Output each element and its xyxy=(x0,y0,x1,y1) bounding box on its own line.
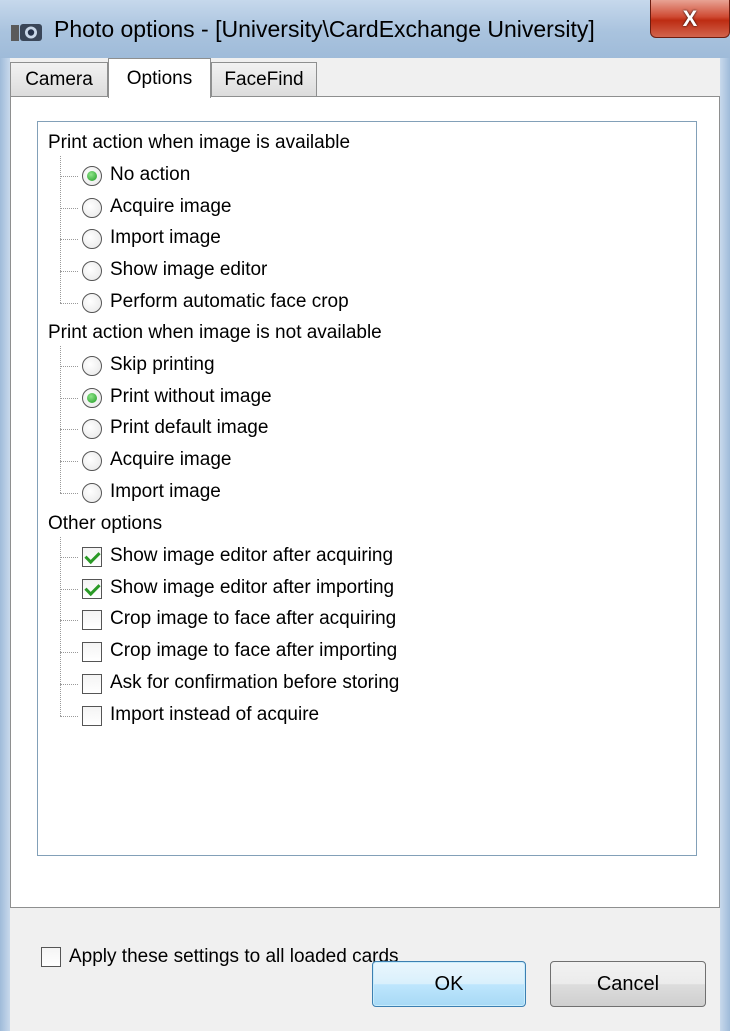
close-icon: X xyxy=(682,5,698,31)
radio-button[interactable] xyxy=(82,451,102,472)
option-label: Perform automatic face crop xyxy=(110,290,349,312)
apply-all-checkbox[interactable] xyxy=(41,947,61,967)
tree-connector xyxy=(60,207,78,210)
options-tab-panel: Print action when image is available Pri… xyxy=(10,96,720,967)
photo-options-dialog: Photo options - [University\CardExchange… xyxy=(0,0,730,1031)
radio-option[interactable]: Acquire image xyxy=(38,446,678,476)
tree-connector xyxy=(60,366,78,368)
tab-camera[interactable]: Camera xyxy=(10,62,108,96)
checkbox-option[interactable]: Crop image to face after acquiring xyxy=(38,605,678,635)
option-label: No action xyxy=(110,164,191,185)
radio-option[interactable]: Print default image xyxy=(38,414,678,444)
group-label-text: Other options xyxy=(48,513,163,534)
group-label-available: Print action when image is available xyxy=(48,128,350,158)
checkbox-option[interactable]: Show image editor after importing xyxy=(38,574,678,604)
radio-option[interactable]: Show image editor xyxy=(38,256,678,286)
option-label: Acquire image xyxy=(110,449,232,471)
ok-label: OK xyxy=(434,972,464,995)
checkbox[interactable] xyxy=(82,705,102,726)
tree-connector xyxy=(60,397,78,400)
radio-option[interactable]: Import image xyxy=(38,224,678,254)
radio-option[interactable]: Skip printing xyxy=(38,351,678,381)
radio-option[interactable]: Print without image xyxy=(38,383,678,413)
radio-button[interactable] xyxy=(82,197,102,218)
checkbox[interactable] xyxy=(82,578,102,599)
checkbox[interactable] xyxy=(82,610,102,631)
option-label: Print default image xyxy=(110,417,269,439)
option-label: Show image editor after acquiring xyxy=(110,545,394,566)
checkbox-option[interactable]: Crop image to face after importing xyxy=(38,637,678,667)
tree-connector xyxy=(60,302,78,305)
option-label: Import instead of acquire xyxy=(110,703,320,725)
radio-button[interactable] xyxy=(82,387,102,408)
radio-button[interactable] xyxy=(82,261,102,282)
option-label: Import image xyxy=(110,227,221,249)
window-border-right xyxy=(720,58,730,1031)
tree-connector xyxy=(60,620,78,622)
tree-connector xyxy=(60,239,78,241)
option-label: Crop image to face after acquiring xyxy=(110,608,397,630)
checkbox-option[interactable]: Ask for confirmation before storing xyxy=(38,669,678,699)
tab-label: Options xyxy=(126,67,193,89)
radio-option[interactable]: Perform automatic face crop xyxy=(38,288,678,318)
group-label-text: Print action when image is not available xyxy=(48,322,382,343)
group-label-text: Print action when image is available xyxy=(48,132,351,153)
radio-button[interactable] xyxy=(82,356,102,376)
checkbox-option[interactable]: Import instead of acquire xyxy=(38,701,678,731)
tree-connector xyxy=(60,271,78,273)
tree-connector xyxy=(60,176,78,178)
option-label: Ask for confirmation before storing xyxy=(110,671,400,693)
close-button[interactable]: X xyxy=(650,0,730,38)
title-bar[interactable]: Photo options - [University\CardExchange… xyxy=(0,0,730,59)
tree-connector xyxy=(60,461,78,463)
dialog-body: Camera Options FaceFind Print action whe… xyxy=(10,58,720,1031)
option-label: Import image xyxy=(110,480,221,502)
tree-connector xyxy=(60,429,78,431)
option-label: Show image editor after importing xyxy=(110,576,395,598)
tree-connector xyxy=(60,588,78,591)
radio-button[interactable] xyxy=(82,419,102,440)
tree-connector xyxy=(60,557,78,559)
option-label: Skip printing xyxy=(110,354,215,375)
option-label: Crop image to face after importing xyxy=(110,640,398,662)
window-border-left xyxy=(0,58,10,1031)
window-title: Photo options - [University\CardExchange… xyxy=(54,16,595,42)
apply-all-label: Apply these settings to all loaded cards xyxy=(69,946,399,967)
tab-facefind[interactable]: FaceFind xyxy=(211,62,317,96)
checkbox[interactable] xyxy=(82,547,102,567)
camera-icon xyxy=(11,24,42,41)
tree-connector xyxy=(60,715,78,718)
tab-label: Camera xyxy=(25,68,93,90)
tree-connector xyxy=(60,492,78,495)
group-label-other: Other options xyxy=(48,509,162,539)
ok-button[interactable]: OK xyxy=(372,961,526,1007)
tree-connector xyxy=(60,683,78,686)
radio-button[interactable] xyxy=(82,229,102,250)
checkbox-option[interactable]: Show image editor after acquiring xyxy=(38,542,678,572)
option-label: Show image editor xyxy=(110,259,268,281)
option-label: Print without image xyxy=(110,385,272,407)
radio-option[interactable]: Acquire image xyxy=(38,193,678,223)
tab-label: FaceFind xyxy=(224,68,304,90)
radio-button[interactable] xyxy=(82,292,102,313)
radio-option[interactable]: Import image xyxy=(38,478,678,508)
tab-options[interactable]: Options xyxy=(108,58,211,98)
option-label: Acquire image xyxy=(110,195,232,217)
cancel-label: Cancel xyxy=(596,972,660,995)
cancel-button[interactable]: Cancel xyxy=(550,961,706,1007)
radio-button[interactable] xyxy=(82,166,102,186)
radio-button[interactable] xyxy=(82,482,102,503)
radio-option[interactable]: No action xyxy=(38,161,678,191)
tree-connector xyxy=(60,652,78,654)
group-label-not-available: Print action when image is not available xyxy=(48,318,382,348)
checkbox[interactable] xyxy=(82,642,102,663)
checkbox[interactable] xyxy=(82,673,102,694)
options-tree[interactable]: Print action when image is available Pri… xyxy=(37,121,697,856)
